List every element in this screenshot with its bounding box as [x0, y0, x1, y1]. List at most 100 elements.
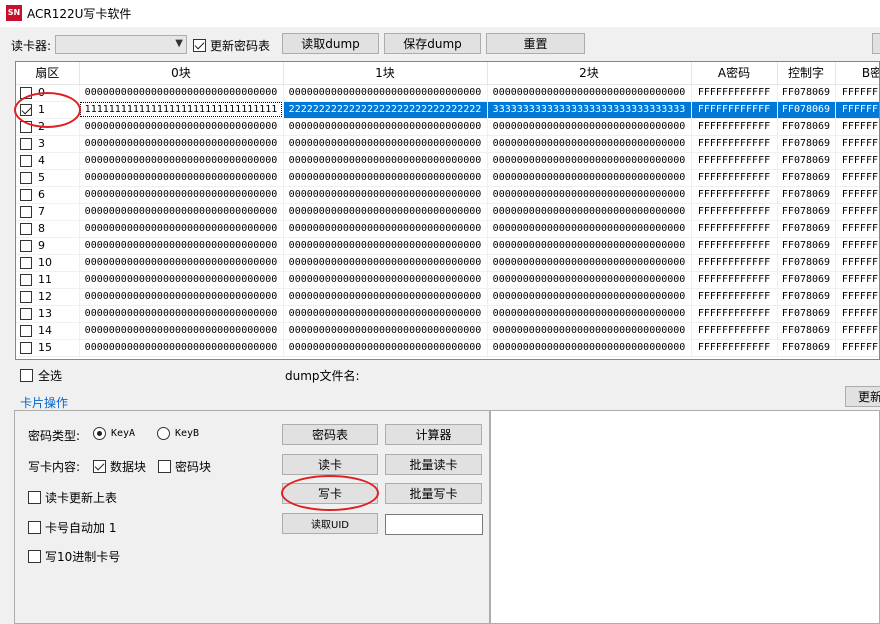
- key-table-button[interactable]: 密码表: [282, 424, 378, 445]
- block0-cell[interactable]: 00000000000000000000000000000000: [79, 237, 284, 255]
- toolbar-extra-button[interactable]: [872, 33, 880, 54]
- header-sector[interactable]: 扇区: [16, 62, 80, 85]
- header-key-b[interactable]: B密码: [835, 62, 879, 85]
- access-bits-cell[interactable]: FF078069: [777, 322, 836, 340]
- access-bits-cell[interactable]: FF078069: [777, 220, 836, 238]
- read-update-option[interactable]: 读卡更新上表: [28, 489, 117, 506]
- key-a-radio[interactable]: [93, 427, 106, 440]
- key-b-cell[interactable]: FFFFFFFFFFFF: [835, 254, 879, 272]
- batch-read-button[interactable]: 批量读卡: [385, 454, 482, 475]
- block1-cell[interactable]: 22222222222222222222222222222222: [283, 101, 488, 119]
- save-dump-button[interactable]: 保存dump: [384, 33, 481, 54]
- read-update-checkbox[interactable]: [28, 491, 41, 504]
- access-bits-cell[interactable]: FF078069: [777, 339, 836, 357]
- block2-cell[interactable]: 00000000000000000000000000000000: [487, 322, 692, 340]
- row-checkbox[interactable]: [20, 291, 32, 303]
- key-b-cell[interactable]: FFFFFFFFFFFF: [835, 288, 879, 306]
- sector-cell[interactable]: 13: [16, 305, 80, 323]
- table-row[interactable]: 4 00000000000000000000000000000000 0000000…: [16, 152, 879, 170]
- block1-cell[interactable]: 00000000000000000000000000000000: [283, 186, 488, 204]
- key-b-cell[interactable]: FFFFFFFFFFFF: [835, 271, 879, 289]
- block2-cell[interactable]: 00000000000000000000000000000000: [487, 237, 692, 255]
- block2-cell[interactable]: 00000000000000000000000000000000: [487, 254, 692, 272]
- table-row[interactable]: 14 00000000000000000000000000000000 000000…: [16, 322, 879, 340]
- block0-cell[interactable]: 00000000000000000000000000000000: [79, 135, 284, 153]
- reader-select[interactable]: ▼: [55, 35, 187, 54]
- block0-cell[interactable]: 00000000000000000000000000000000: [79, 186, 284, 204]
- block2-cell[interactable]: 00000000000000000000000000000000: [487, 118, 692, 136]
- block0-cell[interactable]: 00000000000000000000000000000000: [79, 288, 284, 306]
- block2-cell[interactable]: 00000000000000000000000000000000: [487, 84, 692, 102]
- block1-cell[interactable]: 00000000000000000000000000000000: [283, 203, 488, 221]
- key-a-cell[interactable]: FFFFFFFFFFFF: [691, 220, 778, 238]
- access-bits-cell[interactable]: FF078069: [777, 305, 836, 323]
- block2-cell[interactable]: 00000000000000000000000000000000: [487, 135, 692, 153]
- key-b-cell[interactable]: FFFFFFFFFFFF: [835, 135, 879, 153]
- update-button[interactable]: 更新: [845, 386, 880, 407]
- update-key-table-checkbox[interactable]: [193, 39, 206, 52]
- header-access-bits[interactable]: 控制字: [777, 62, 836, 85]
- block1-cell[interactable]: 00000000000000000000000000000000: [283, 339, 488, 357]
- row-checkbox[interactable]: [20, 325, 32, 337]
- auto-inc-checkbox[interactable]: [28, 521, 41, 534]
- row-checkbox[interactable]: [20, 257, 32, 269]
- block2-cell[interactable]: 00000000000000000000000000000000: [487, 169, 692, 187]
- key-b-cell[interactable]: FFFFFFFFFFFF: [835, 152, 879, 170]
- sector-grid[interactable]: 扇区 0块 1块 2块 A密码 控制字 B密码 0000000000000000…: [15, 61, 880, 360]
- data-block-checkbox[interactable]: [93, 460, 106, 473]
- key-b-cell[interactable]: FFFFFFFFFFFF: [835, 339, 879, 357]
- key-b-radio[interactable]: [157, 427, 170, 440]
- batch-write-button[interactable]: 批量写卡: [385, 483, 482, 504]
- row-checkbox[interactable]: [20, 155, 32, 167]
- sector-cell[interactable]: 8: [16, 220, 80, 238]
- access-bits-cell[interactable]: FF078069: [777, 254, 836, 272]
- block0-cell[interactable]: 11111111111111111111111111111111: [79, 101, 284, 119]
- header-key-a[interactable]: A密码: [691, 62, 778, 85]
- table-row[interactable]: 3 00000000000000000000000000000000 0000000…: [16, 135, 879, 153]
- key-a-cell[interactable]: FFFFFFFFFFFF: [691, 101, 778, 119]
- key-b-cell[interactable]: FFFFFFFFFFFF: [835, 305, 879, 323]
- block1-cell[interactable]: 00000000000000000000000000000000: [283, 271, 488, 289]
- update-key-table-option[interactable]: 更新密码表: [193, 37, 270, 54]
- key-a-cell[interactable]: FFFFFFFFFFFF: [691, 254, 778, 272]
- row-checkbox[interactable]: [20, 274, 32, 286]
- key-a-cell[interactable]: FFFFFFFFFFFF: [691, 271, 778, 289]
- block1-cell[interactable]: 00000000000000000000000000000000: [283, 220, 488, 238]
- block2-cell[interactable]: 00000000000000000000000000000000: [487, 152, 692, 170]
- row-checkbox[interactable]: [20, 223, 32, 235]
- sector-cell[interactable]: 12: [16, 288, 80, 306]
- key-b-cell[interactable]: FFFFFFFFFFFF: [835, 186, 879, 204]
- data-block-option[interactable]: 数据块: [93, 458, 146, 475]
- block1-cell[interactable]: 00000000000000000000000000000000: [283, 254, 488, 272]
- key-a-cell[interactable]: FFFFFFFFFFFF: [691, 305, 778, 323]
- block2-cell[interactable]: 00000000000000000000000000000000: [487, 220, 692, 238]
- block1-cell[interactable]: 00000000000000000000000000000000: [283, 169, 488, 187]
- access-bits-cell[interactable]: FF078069: [777, 152, 836, 170]
- read-uid-button[interactable]: 读取UID: [282, 513, 378, 534]
- block2-cell[interactable]: 00000000000000000000000000000000: [487, 339, 692, 357]
- table-row[interactable]: 11 00000000000000000000000000000000 000000…: [16, 271, 879, 289]
- sector-cell[interactable]: 5: [16, 169, 80, 187]
- access-bits-cell[interactable]: FF078069: [777, 169, 836, 187]
- key-b-cell[interactable]: FFFFFFFFFFFF: [835, 118, 879, 136]
- sector-cell[interactable]: 9: [16, 237, 80, 255]
- access-bits-cell[interactable]: FF078069: [777, 186, 836, 204]
- row-checkbox[interactable]: [20, 240, 32, 252]
- block2-cell[interactable]: 00000000000000000000000000000000: [487, 271, 692, 289]
- write-decimal-checkbox[interactable]: [28, 550, 41, 563]
- key-b-cell[interactable]: FFFFFFFFFFFF: [835, 237, 879, 255]
- uid-field[interactable]: [385, 514, 483, 535]
- access-bits-cell[interactable]: FF078069: [777, 271, 836, 289]
- log-panel[interactable]: [490, 410, 880, 624]
- table-row[interactable]: 12 00000000000000000000000000000000 000000…: [16, 288, 879, 306]
- key-a-cell[interactable]: FFFFFFFFFFFF: [691, 339, 778, 357]
- block0-cell[interactable]: 00000000000000000000000000000000: [79, 339, 284, 357]
- table-row[interactable]: 1 11111111111111111111111111111111 2222222…: [16, 101, 879, 119]
- key-a-cell[interactable]: FFFFFFFFFFFF: [691, 322, 778, 340]
- sector-cell[interactable]: 15: [16, 339, 80, 357]
- row-checkbox[interactable]: [20, 308, 32, 320]
- key-b-cell[interactable]: FFFFFFFFFFFF: [835, 84, 879, 102]
- sector-cell[interactable]: 7: [16, 203, 80, 221]
- block0-cell[interactable]: 00000000000000000000000000000000: [79, 271, 284, 289]
- block2-cell[interactable]: 33333333333333333333333333333333: [487, 101, 692, 119]
